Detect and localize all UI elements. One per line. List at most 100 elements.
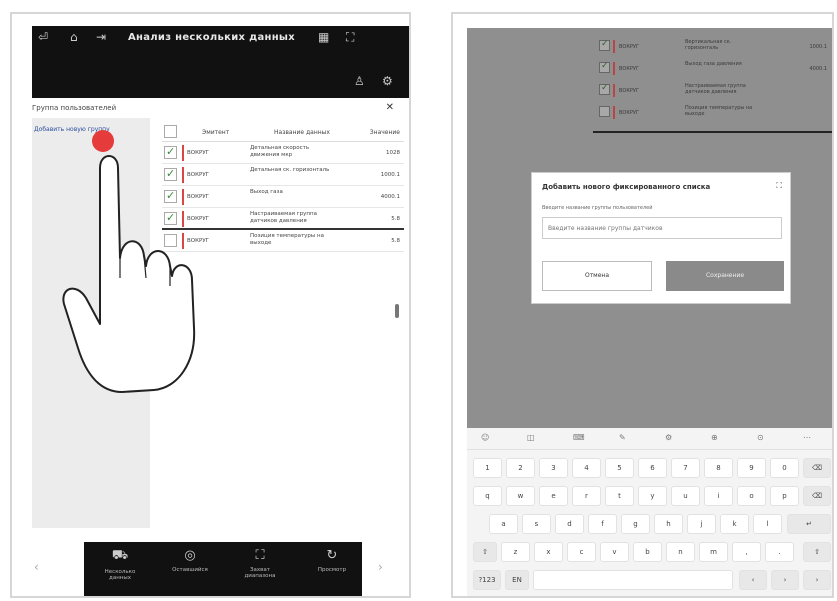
delete-key[interactable]: ⌫ bbox=[803, 486, 831, 506]
row-checkbox[interactable] bbox=[599, 83, 610, 95]
key[interactable]: 8 bbox=[704, 458, 733, 478]
col-header-value: Значение bbox=[369, 129, 400, 136]
row-status-bar bbox=[613, 106, 615, 119]
key[interactable]: w bbox=[506, 486, 535, 506]
row-code: ВОКРУГ bbox=[619, 66, 640, 72]
language-key[interactable]: EN bbox=[505, 570, 529, 590]
symbols-key[interactable]: ?123 bbox=[473, 570, 501, 590]
key[interactable]: r bbox=[572, 486, 601, 506]
key[interactable]: 1 bbox=[473, 458, 502, 478]
key[interactable]: s bbox=[522, 514, 551, 534]
prev-arrow-icon[interactable]: ‹ bbox=[34, 560, 39, 574]
key[interactable]: m bbox=[699, 542, 728, 562]
key[interactable]: o bbox=[737, 486, 766, 506]
target-icon: ◎ bbox=[184, 548, 196, 563]
group-name-input[interactable] bbox=[542, 217, 782, 239]
toolbar-item-view[interactable]: ↻ Просмотр bbox=[306, 548, 358, 573]
key[interactable]: t bbox=[605, 486, 634, 506]
key[interactable]: 5 bbox=[605, 458, 634, 478]
next-arrow-icon[interactable]: › bbox=[378, 560, 383, 574]
key[interactable]: u bbox=[671, 486, 700, 506]
row-status-bar bbox=[613, 40, 615, 53]
key[interactable]: 2 bbox=[506, 458, 535, 478]
back-icon[interactable]: ⏎ bbox=[38, 30, 48, 44]
truck-icon: ⛟ bbox=[111, 548, 129, 563]
keyboard-hide-key[interactable]: › bbox=[803, 570, 831, 590]
key[interactable]: d bbox=[555, 514, 584, 534]
settings-icon[interactable]: ⚙ bbox=[382, 74, 393, 88]
table-row[interactable]: ВОКРУГ Настраиваемая группа датчиков давл… bbox=[593, 82, 832, 100]
select-all-checkbox[interactable] bbox=[164, 125, 177, 138]
key[interactable]: p bbox=[770, 486, 799, 506]
chart-icon[interactable]: ▦ bbox=[318, 30, 329, 44]
keyboard-tool-icon[interactable]: ⌨ bbox=[573, 433, 585, 442]
backspace-key[interactable]: ⌫ bbox=[803, 458, 831, 478]
row-checkbox[interactable] bbox=[599, 39, 610, 51]
table-row[interactable]: ВОКРУГ Позиция температуры на выходе bbox=[593, 104, 832, 122]
shift-key[interactable]: ⇧ bbox=[803, 542, 831, 562]
key[interactable]: i bbox=[704, 486, 733, 506]
toolbar-item-multi-data[interactable]: ⛟ Несколько данных bbox=[94, 548, 146, 581]
key[interactable]: 3 bbox=[539, 458, 568, 478]
key[interactable]: 9 bbox=[737, 458, 766, 478]
dialog-field-label: Введите название группы пользователей bbox=[542, 205, 653, 211]
key[interactable]: e bbox=[539, 486, 568, 506]
person-icon[interactable]: ♙ bbox=[354, 74, 365, 88]
key[interactable]: c bbox=[567, 542, 596, 562]
expand-icon[interactable]: ⛶ bbox=[346, 30, 354, 45]
key[interactable]: x bbox=[534, 542, 563, 562]
row-separator bbox=[593, 131, 832, 133]
row-checkbox[interactable] bbox=[599, 106, 610, 117]
cursor-left-key[interactable]: ‹ bbox=[739, 570, 767, 590]
key[interactable]: n bbox=[666, 542, 695, 562]
key[interactable]: y bbox=[638, 486, 667, 506]
key[interactable]: z bbox=[501, 542, 530, 562]
expand-icon: ⛶ bbox=[255, 548, 265, 563]
key[interactable]: g bbox=[621, 514, 650, 534]
row-status-bar bbox=[613, 62, 615, 75]
table-row[interactable]: ВОКРУГ Выход газа давления 4000.1 bbox=[593, 60, 832, 78]
key[interactable]: 4 bbox=[572, 458, 601, 478]
keyboard-tool-icon[interactable]: ◫ bbox=[527, 433, 535, 442]
key[interactable]: b bbox=[633, 542, 662, 562]
key[interactable]: l bbox=[753, 514, 782, 534]
scrollbar[interactable] bbox=[395, 304, 399, 318]
key[interactable]: k bbox=[720, 514, 749, 534]
dialog-close-icon[interactable]: ⛶ bbox=[776, 181, 782, 191]
key[interactable]: . bbox=[765, 542, 794, 562]
key[interactable]: 0 bbox=[770, 458, 799, 478]
cursor-right-key[interactable]: › bbox=[771, 570, 799, 590]
space-key[interactable] bbox=[533, 570, 733, 590]
row-value: 4000.1 bbox=[809, 66, 828, 72]
key[interactable]: 7 bbox=[671, 458, 700, 478]
key[interactable]: 6 bbox=[638, 458, 667, 478]
key[interactable]: v bbox=[600, 542, 629, 562]
row-checkbox[interactable] bbox=[599, 61, 610, 73]
key[interactable]: f bbox=[588, 514, 617, 534]
save-button[interactable]: Сохранение bbox=[666, 261, 784, 291]
key[interactable]: h bbox=[654, 514, 683, 534]
close-icon[interactable]: ✕ bbox=[386, 102, 394, 113]
row-code: ВОКРУГ bbox=[619, 44, 640, 50]
keyboard-tool-icon[interactable]: ⊕ bbox=[711, 433, 718, 442]
key[interactable]: q bbox=[473, 486, 502, 506]
toolbar-item-capture[interactable]: ⛶ Захват диапазона bbox=[234, 548, 286, 579]
keyboard-tool-icon[interactable]: ⊙ bbox=[757, 433, 764, 442]
keyboard-tool-icon[interactable]: ✎ bbox=[619, 433, 626, 442]
export-icon[interactable]: ⇥ bbox=[96, 30, 106, 44]
key[interactable]: , bbox=[732, 542, 761, 562]
table-row[interactable]: ВОКРУГ Вертикальная ск. горизонталь 1000.1 bbox=[593, 38, 832, 56]
keyboard-tool-icon[interactable]: ⚙ bbox=[665, 433, 672, 442]
keyboard-tool-icon[interactable]: ⋯ bbox=[803, 433, 811, 442]
toolbar-item-remaining[interactable]: ◎ Оставшийся bbox=[164, 548, 216, 573]
key[interactable]: a bbox=[489, 514, 518, 534]
col-header-name[interactable]: Название данных bbox=[274, 129, 330, 136]
enter-key[interactable]: ↵ bbox=[787, 514, 831, 534]
key[interactable]: j bbox=[687, 514, 716, 534]
cancel-button[interactable]: Отмена bbox=[542, 261, 652, 291]
bottom-toolbar: ⛟ Несколько данных ◎ Оставшийся ⛶ Захват ди… bbox=[84, 542, 362, 596]
shift-key[interactable]: ⇧ bbox=[473, 542, 497, 562]
home-icon[interactable]: ⌂ bbox=[70, 30, 78, 44]
keyboard-tool-icon[interactable]: ☺ bbox=[481, 433, 489, 442]
on-screen-keyboard: ☺ ◫ ⌨ ✎ ⚙ ⊕ ⊙ ⋯ 1 2 3 4 5 6 7 8 9 0 ⌫ q w e r t y u i o p ⌫ a s d f g h j k l… bbox=[467, 428, 832, 596]
